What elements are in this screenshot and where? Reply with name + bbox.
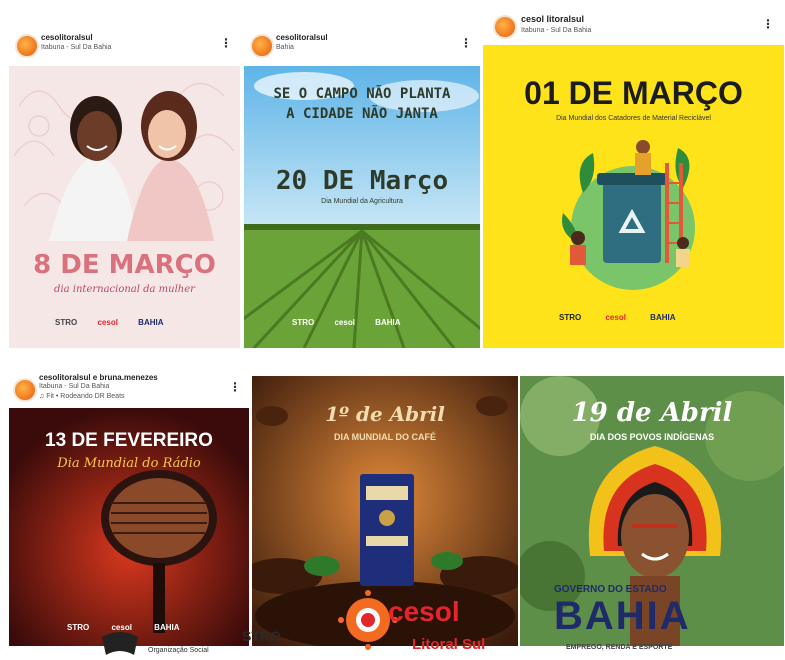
post-username[interactable]: cesolitoralsul (41, 33, 93, 42)
post-headline: 19 de Abril (571, 398, 733, 428)
post-image-women (13, 82, 235, 241)
partner-logo-subtext: Organização Social (148, 647, 209, 654)
partner-logo-left: STRO (67, 623, 90, 632)
post-header: cesol litoralsul Itabuna - Sul Da Bahia … (483, 5, 784, 45)
partner-logo-left: STRO (292, 318, 315, 327)
bahia-main-text: BAHIA (554, 594, 691, 638)
bahia-logo: BAHIA (650, 313, 676, 322)
post-headline: 8 DE MARÇO (33, 250, 216, 280)
cesol-brand-text: cesol (388, 596, 460, 627)
post-subtitle: Dia Mundial dos Catadores de Material Re… (556, 115, 711, 122)
post-headline-line1: SE O CAMPO NÃO PLANTA (273, 86, 451, 102)
bahia-sub-text: EMPREGO, RENDA E ESPORTE (566, 644, 673, 651)
post-card-women[interactable]: cesolitoralsul Itabuna - Sul Da Bahia ⋮ … (9, 22, 240, 348)
partner-logo-left: STRO (55, 318, 78, 327)
avatar-icon[interactable] (250, 34, 274, 58)
post-header: cesolitoralsul Itabuna - Sul Da Bahia ⋮ (9, 22, 240, 66)
bahia-logo: BAHIA (138, 318, 164, 327)
post-username[interactable]: cesolitoralsul e bruna.menezes (39, 373, 158, 382)
more-options-icon[interactable]: ⋮ (460, 36, 472, 50)
more-options-icon[interactable]: ⋮ (220, 36, 232, 50)
bahia-logo: BAHIA (375, 318, 401, 327)
cesol-logo: cesol (334, 318, 355, 327)
cesol-sub-text: Litoral Sul (412, 636, 486, 653)
partner-logo-left: STRO (559, 313, 582, 322)
post-music[interactable]: ♫ Fit • Rodeando DR Beats (39, 393, 125, 400)
cesol-logo: cesol (97, 318, 118, 327)
post-card-agriculture[interactable]: cesolitoralsul Bahia ⋮ SE O CAMPO NÃO PL… (244, 22, 480, 348)
partner-logos: STRO cesol BAHIA (292, 318, 401, 327)
cesol-logo: cesol (605, 313, 626, 322)
post-card-recycling[interactable]: cesol litoralsul Itabuna - Sul Da Bahia … (483, 5, 784, 348)
footer-logo-bahia: GOVERNO DO ESTADO BAHIA EMPREGO, RENDA E… (540, 582, 740, 660)
recycle-illustration (562, 140, 695, 290)
post-subtitle: Dia Mundial do Rádio (57, 456, 201, 471)
post-date: 20 DE Março (275, 166, 449, 196)
post-location[interactable]: Itabuna - Sul Da Bahia (521, 27, 591, 34)
partner-logos: STRO cesol BAHIA (559, 313, 676, 322)
coffee-bag-icon (360, 474, 414, 586)
post-subtitle: DIA DOS POVOS INDÍGENAS (589, 432, 715, 442)
post-headline-line2: A CIDADE NÃO JANTA (286, 106, 438, 122)
post-location[interactable]: Bahia (276, 44, 294, 51)
post-card-radio[interactable]: cesolitoralsul e bruna.menezes Itabuna -… (9, 368, 249, 646)
more-options-icon[interactable]: ⋮ (762, 17, 774, 31)
avatar-icon[interactable] (13, 378, 37, 402)
post-username[interactable]: cesolitoralsul (276, 33, 328, 42)
post-headline-line1: 1º de Abril (325, 402, 445, 426)
post-subtitle: dia internacional da mulher (54, 284, 195, 295)
post-subtitle: Dia Mundial da Agricultura (321, 198, 403, 205)
post-headline: 01 DE MARÇO (524, 75, 743, 111)
post-headline: 13 DE FEVEREIRO (45, 430, 213, 451)
post-header: cesolitoralsul e bruna.menezes Itabuna -… (9, 368, 249, 408)
partner-logo-text: STRO (242, 628, 281, 644)
partner-logos: STRO cesol BAHIA (55, 318, 164, 327)
post-headline-line2: DIA MUNDIAL DO CAFÉ (334, 432, 436, 442)
post-location[interactable]: Itabuna - Sul Da Bahia (39, 383, 109, 390)
avatar-icon[interactable] (15, 34, 39, 58)
post-username[interactable]: cesol litoralsul (521, 14, 584, 24)
post-location[interactable]: Itabuna - Sul Da Bahia (41, 44, 111, 51)
partner-mark-icon (102, 632, 138, 655)
footer-logo-cesol: cesol Litoral Sul (338, 588, 508, 660)
footer-logo-partner: STRO Organização Social (100, 625, 281, 660)
more-options-icon[interactable]: ⋮ (229, 380, 241, 394)
post-header: cesolitoralsul Bahia ⋮ (244, 22, 480, 66)
avatar-icon[interactable] (493, 15, 517, 39)
